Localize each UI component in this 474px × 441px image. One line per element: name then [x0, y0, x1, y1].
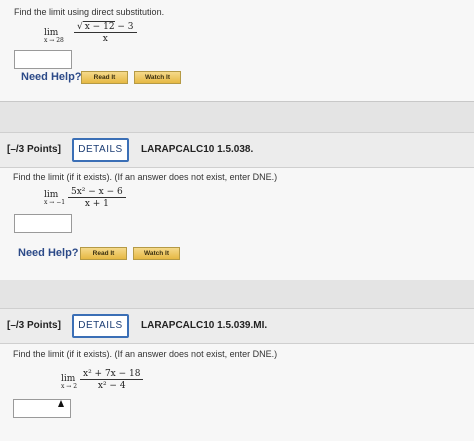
q2-prompt: Find the limit (if it exists). (If an an…: [13, 172, 278, 182]
q3-fraction: x² + 7x − 18 x² − 4: [80, 369, 144, 391]
q3-problem-code: LARAPCALC10 1.5.039.MI.: [141, 320, 268, 331]
q1-fraction: √ x − 12 − 3 x: [74, 21, 137, 44]
q1-numerator: √ x − 12 − 3: [74, 21, 137, 33]
q1-limit: lim x → 28: [44, 28, 64, 44]
q1-limit-subscript: x → 28: [44, 37, 64, 44]
q3-limit: lim x → 2: [61, 374, 78, 390]
q2-need-help: Need Help?: [18, 247, 79, 259]
q2-fraction: 5x² − x − 6 x + 1: [68, 187, 126, 209]
q3-points: [–/3 Points]: [7, 320, 61, 331]
question-1-panel: Find the limit using direct substitution…: [0, 0, 474, 102]
q2-points: [–/3 Points]: [7, 144, 61, 155]
q1-read-it-button[interactable]: Read It: [81, 71, 128, 84]
mouse-cursor-icon: [58, 400, 64, 407]
q2-details-button[interactable]: DETAILS: [72, 138, 129, 162]
q2-problem-code: LARAPCALC10 1.5.038.: [141, 144, 254, 155]
q1-watch-it-button[interactable]: Watch It: [134, 71, 181, 84]
q3-denominator: x² − 4: [97, 381, 126, 391]
q2-answer-input[interactable]: [14, 214, 72, 233]
q2-watch-it-button[interactable]: Watch It: [133, 247, 180, 260]
separator: [0, 102, 474, 132]
question-2-panel: Find the limit (if it exists). (If an an…: [0, 168, 474, 280]
q2-read-it-button[interactable]: Read It: [80, 247, 127, 260]
question-3-panel: Find the limit (if it exists). (If an an…: [0, 344, 474, 441]
q2-denominator: x + 1: [84, 199, 109, 209]
q3-details-button[interactable]: DETAILS: [72, 314, 129, 338]
q2-numerator: 5x² − x − 6: [68, 187, 126, 198]
q1-prompt: Find the limit using direct substitution…: [14, 7, 165, 17]
q1-answer-input[interactable]: [14, 50, 72, 69]
q2-limit-subscript: x → −1: [44, 199, 66, 206]
q2-limit: lim x → −1: [44, 190, 66, 206]
q3-numerator: x² + 7x − 18: [80, 369, 144, 380]
q1-denominator: x: [102, 34, 108, 44]
q1-need-help: Need Help?: [21, 71, 82, 83]
question-2-header: [–/3 Points] DETAILS LARAPCALC10 1.5.038…: [0, 132, 474, 168]
separator: [0, 280, 474, 308]
q3-limit-subscript: x → 2: [61, 383, 78, 390]
q3-prompt: Find the limit (if it exists). (If an an…: [13, 349, 278, 359]
question-3-header: [–/3 Points] DETAILS LARAPCALC10 1.5.039…: [0, 308, 474, 344]
